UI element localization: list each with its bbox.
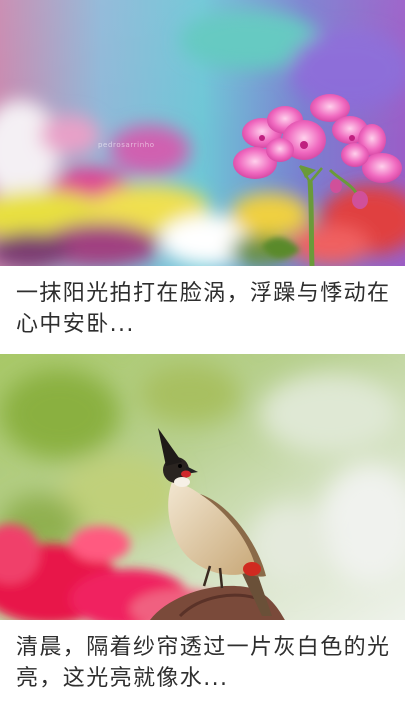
flower-photo[interactable]: pedrosarrinho: [0, 0, 405, 266]
feed-card-flower[interactable]: pedrosarrinho 一抹阳光拍打在脸涡，浮躁与悸动在心中安卧...: [0, 0, 405, 354]
feed-card-bird[interactable]: 清晨，隔着纱帘透过一片灰白色的光亮，这光亮就像水...: [0, 354, 405, 708]
photo-feed: pedrosarrinho 一抹阳光拍打在脸涡，浮躁与悸动在心中安卧... 清晨…: [0, 0, 405, 708]
post-caption: 清晨，隔着纱帘透过一片灰白色的光亮，这光亮就像水...: [16, 635, 391, 691]
bird-photo[interactable]: [0, 354, 405, 620]
post-caption: 一抹阳光拍打在脸涡，浮躁与悸动在心中安卧...: [16, 281, 391, 337]
watermark-text: pedrosarrinho: [98, 141, 155, 149]
